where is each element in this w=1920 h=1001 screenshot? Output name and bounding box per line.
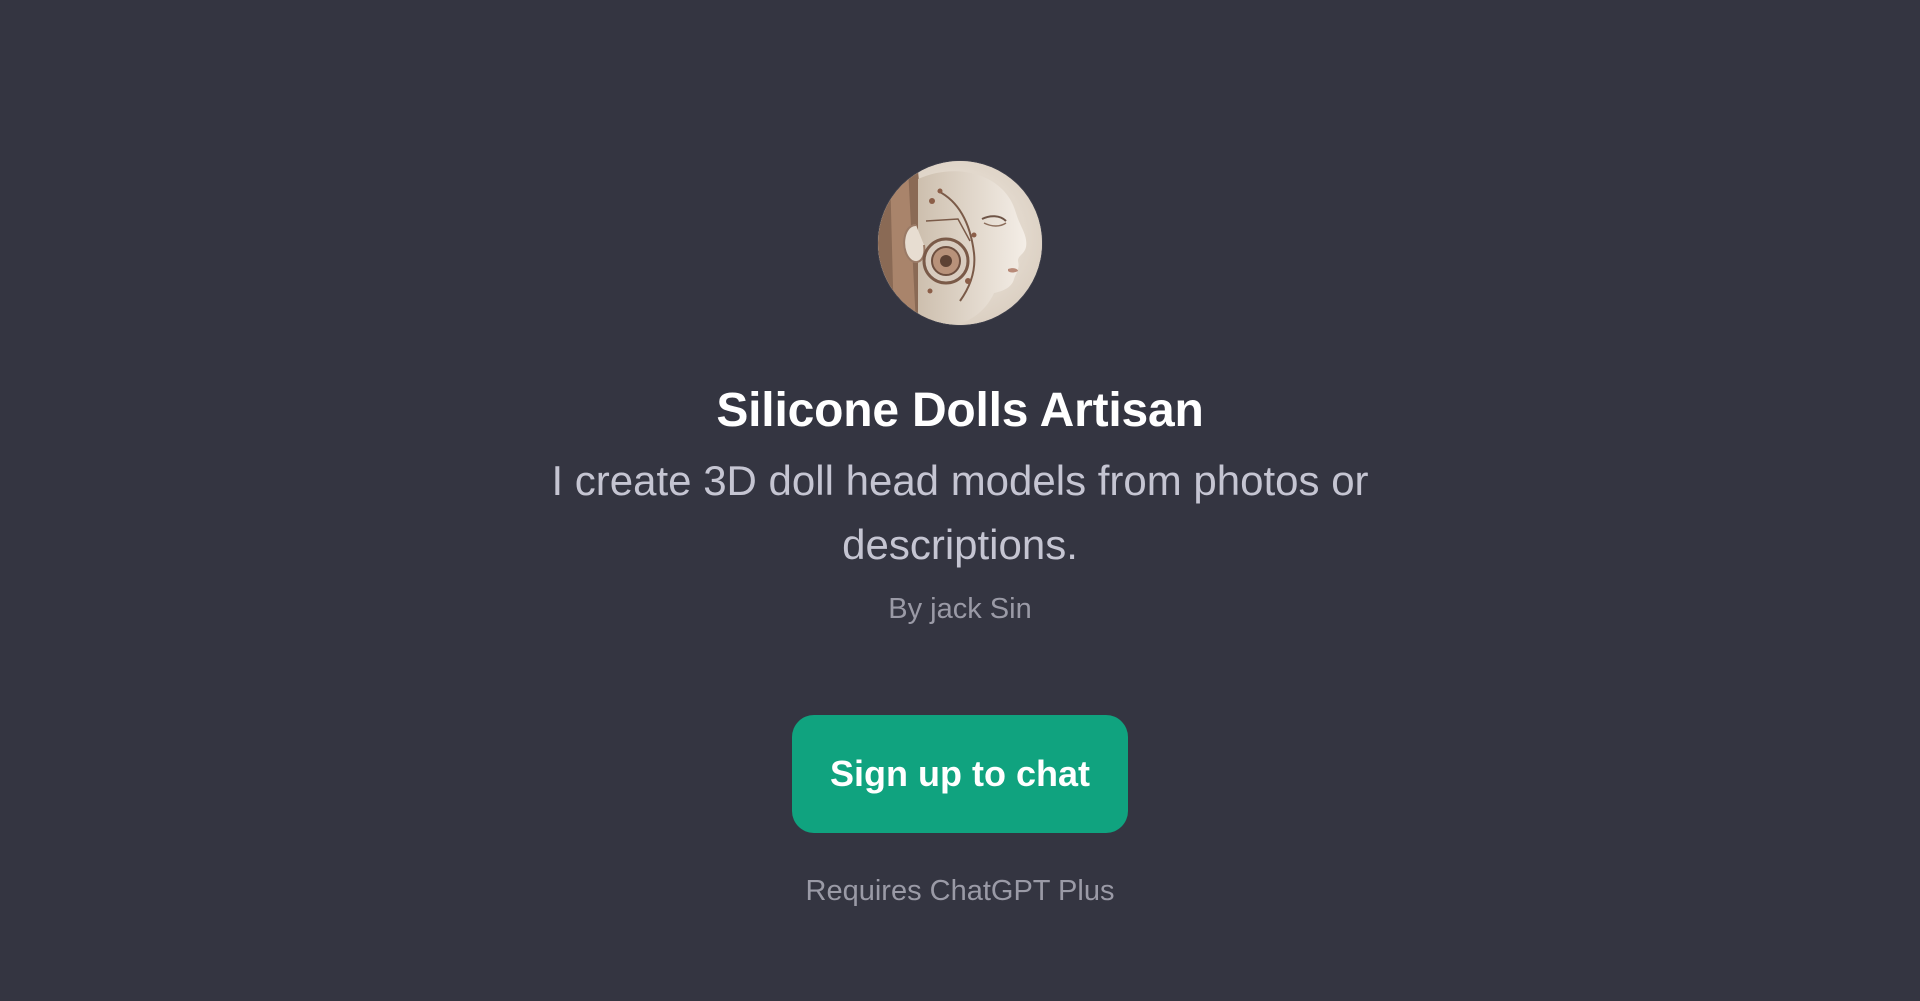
sign-up-to-chat-button[interactable]: Sign up to chat: [792, 715, 1128, 833]
gpt-title: Silicone Dolls Artisan: [716, 384, 1204, 437]
gpt-avatar: [878, 161, 1042, 325]
requirement-note: Requires ChatGPT Plus: [805, 875, 1115, 907]
doll-head-avatar-image: [878, 161, 1042, 325]
gpt-landing-page: Silicone Dolls Artisan I create 3D doll …: [0, 0, 1920, 1001]
gpt-description: I create 3D doll head models from photos…: [551, 457, 1369, 568]
gpt-author: By jack Sin: [888, 593, 1032, 625]
